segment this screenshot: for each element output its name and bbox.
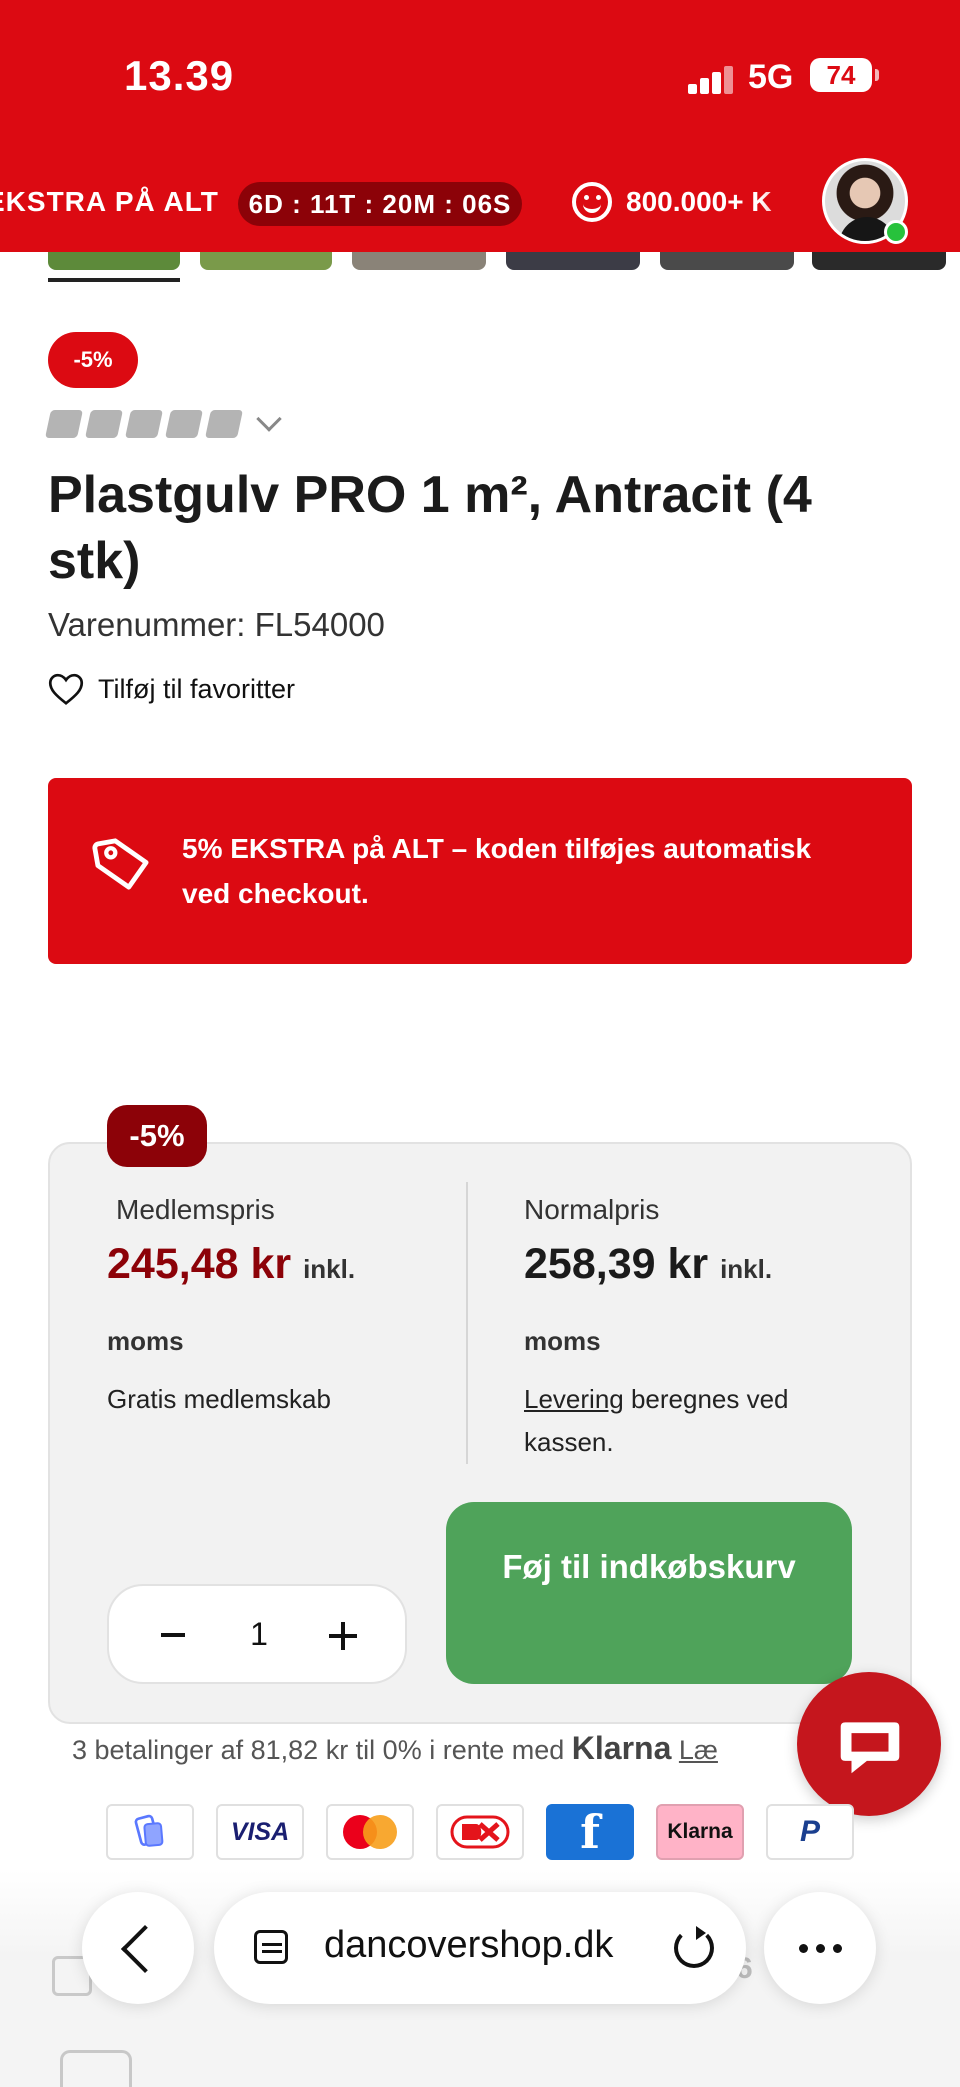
increase-quantity-button[interactable]: [329, 1622, 357, 1650]
online-status-dot: [884, 220, 908, 244]
forbrugsforeningen-logo: f: [546, 1804, 634, 1860]
member-price-value: 245,48 kr: [107, 1240, 292, 1288]
normal-price-inkl: inkl.: [720, 1254, 773, 1284]
gallery-thumb[interactable]: [506, 250, 640, 270]
visa-logo: VISA: [216, 1804, 304, 1860]
status-time: 13.39: [124, 52, 235, 99]
campaign-ticker: EKSTRA PÅ ALT: [0, 186, 219, 217]
countdown-timer: 6D : 11T : 20M : 06S: [238, 182, 522, 226]
gallery-thumb[interactable]: [352, 250, 486, 270]
mobilepay-logo: [106, 1804, 194, 1860]
dankort-icon: [450, 1815, 510, 1849]
discount-badge: -5%: [48, 332, 138, 388]
price-divider: [466, 1182, 468, 1464]
normal-price-moms: moms: [524, 1326, 601, 1356]
klarna-text: 3 betalinger af 81,82 kr til 0% i rente …: [72, 1735, 565, 1765]
rating-stars[interactable]: [45, 410, 243, 438]
paypal-logo: P: [766, 1804, 854, 1860]
normal-price: 258,39 kr inkl.: [524, 1240, 772, 1289]
address-bar[interactable]: dancovershop.dk: [214, 1892, 746, 2004]
network-label: 5G: [748, 58, 794, 96]
delivery-link[interactable]: Levering: [524, 1384, 624, 1414]
battery-level: 74: [826, 60, 856, 90]
browser-back-button[interactable]: [82, 1892, 194, 2004]
heart-icon: [48, 673, 84, 705]
tag-icon: [92, 838, 149, 890]
gallery-thumb[interactable]: [812, 250, 946, 270]
member-price-label: Medlemspris: [116, 1194, 275, 1225]
klarna-read-more-link[interactable]: Læ: [679, 1735, 718, 1765]
klarna-installments: 3 betalinger af 81,82 kr til 0% i rente …: [72, 1730, 718, 1767]
promo-banner: 5% EKSTRA på ALT – koden tilføjes automa…: [48, 778, 912, 964]
page-menu-icon[interactable]: [254, 1930, 288, 1964]
add-to-cart-button[interactable]: Føj til indkøbskurv: [446, 1502, 852, 1684]
gallery-thumb[interactable]: [48, 250, 180, 270]
mastercard-logo: [326, 1804, 414, 1860]
reload-icon[interactable]: [674, 1926, 714, 1968]
url-text: dancovershop.dk: [324, 1924, 614, 1966]
add-to-favorites[interactable]: Tilføj til favoritter: [48, 672, 295, 706]
member-price: 245,48 kr inkl.: [107, 1240, 355, 1289]
klarna-logo: Klarna: [571, 1730, 672, 1766]
mastercard-icon: [343, 1815, 397, 1849]
gallery-thumb[interactable]: [200, 250, 332, 270]
normal-price-label: Normalpris: [524, 1194, 660, 1225]
mobilepay-icon: [134, 1814, 164, 1847]
chevron-down-icon[interactable]: [256, 406, 282, 432]
decrease-quantity-button[interactable]: [161, 1633, 185, 1637]
member-price-moms: moms: [107, 1326, 184, 1356]
customers-count: 800.000+ K: [626, 186, 772, 217]
signal-icon: [688, 64, 734, 94]
product-sku: Varenummer: FL54000: [48, 606, 385, 643]
dankort-logo: [436, 1804, 524, 1860]
footer-shape: [60, 2050, 132, 2087]
more-options-button[interactable]: [764, 1892, 876, 2004]
chat-bubble-icon: [840, 1722, 900, 1774]
smiley-icon: [572, 182, 612, 222]
product-title: Plastgulv PRO 1 m², Antracit (4 stk): [48, 466, 812, 590]
normal-price-value: 258,39 kr: [524, 1240, 709, 1288]
gallery-active-indicator: [48, 278, 180, 282]
chat-button[interactable]: [797, 1672, 941, 1816]
top-header: 13.39 5G 74 EKSTRA PÅ ALT 6D : 11T : 20M…: [0, 0, 960, 252]
battery-icon: 74: [810, 58, 879, 92]
gallery-thumb[interactable]: [660, 250, 794, 270]
member-price-inkl: inkl.: [303, 1254, 356, 1284]
promo-text: 5% EKSTRA på ALT – koden tilføjes automa…: [182, 833, 812, 909]
delivery-note: Levering beregnes ved kassen.: [524, 1378, 854, 1464]
quantity-stepper: 1: [107, 1584, 407, 1684]
membership-note: Gratis medlemskab: [107, 1384, 331, 1414]
member-discount-badge: -5%: [107, 1105, 207, 1167]
klarna-payment-logo: Klarna: [656, 1804, 744, 1860]
favorite-label: Tilføj til favoritter: [98, 673, 296, 704]
quantity-value[interactable]: 1: [241, 1616, 277, 1653]
